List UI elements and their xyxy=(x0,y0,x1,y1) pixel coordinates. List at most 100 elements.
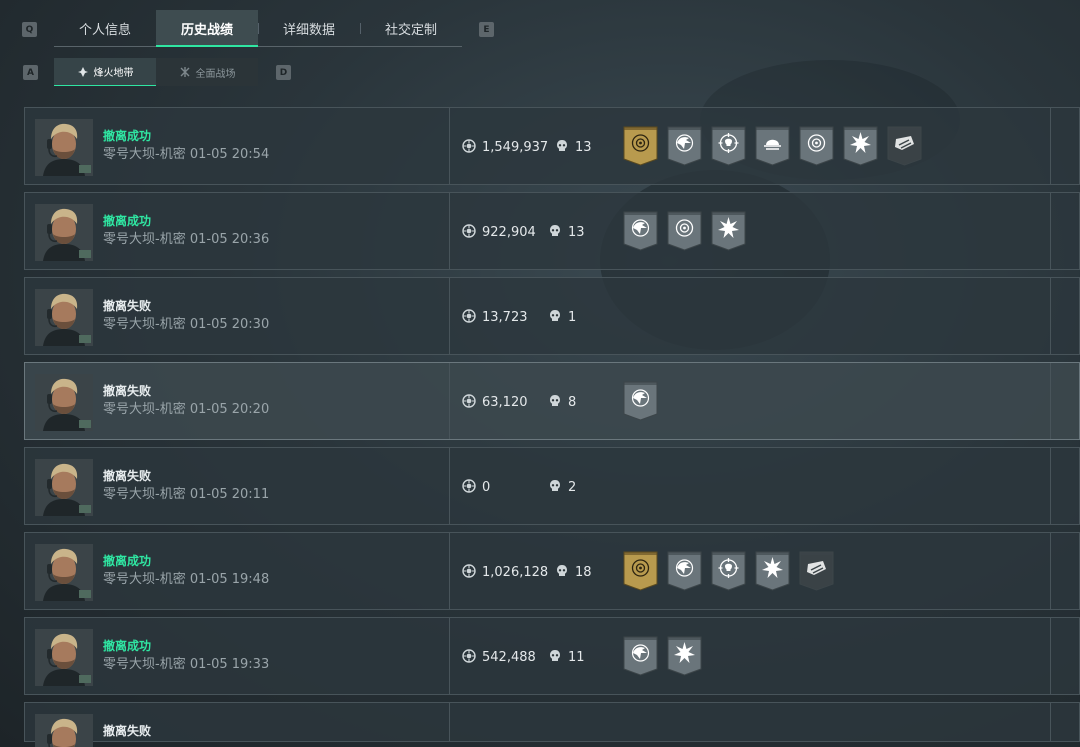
row-divider xyxy=(449,278,450,354)
tab-details[interactable]: 详细数据 xyxy=(258,10,360,46)
key-hint-a: A xyxy=(23,65,38,80)
extraction-result: 撤离成功 xyxy=(103,639,152,653)
loot-value: 922,904 xyxy=(462,223,550,242)
match-row[interactable]: 撤离成功 零号大坝-机密 01-05 20:54 1,549,937 13 xyxy=(24,107,1080,185)
eagle-badge-icon xyxy=(623,636,658,676)
starburst-badge-icon xyxy=(667,636,702,676)
mode-tab-label: 全面战场 xyxy=(195,68,236,80)
coin-icon xyxy=(462,563,476,582)
extraction-result: 撤离失败 xyxy=(103,299,152,313)
mode-tab-label: 烽火地带 xyxy=(93,68,134,79)
row-divider xyxy=(1050,448,1051,524)
match-time: 01-05 19:48 xyxy=(189,572,270,587)
skull-icon xyxy=(548,478,562,497)
mode-tab-warfare[interactable]: 全面战场 xyxy=(156,58,258,86)
gold-target-badge-icon xyxy=(623,551,658,591)
map-name: 零号大坝-机密 xyxy=(103,572,186,587)
mode-tab-operations[interactable]: 烽火地带 xyxy=(54,58,156,86)
crossed-arrows-icon xyxy=(179,66,191,78)
key-hint-e: E xyxy=(479,22,494,37)
map-name: 零号大坝-机密 xyxy=(103,657,186,672)
kill-count: 13 xyxy=(555,138,592,157)
map-name: 零号大坝-机密 xyxy=(103,487,186,502)
match-info: 撤离成功零号大坝-机密 01-05 19:48 xyxy=(103,553,269,589)
medal-list xyxy=(623,551,834,591)
row-divider xyxy=(1050,618,1051,694)
medal-list xyxy=(623,636,702,676)
match-meta: 零号大坝-机密 01-05 20:30 xyxy=(103,316,269,334)
map-name: 零号大坝-机密 xyxy=(103,147,186,162)
coin-icon xyxy=(462,648,476,667)
extraction-result: 撤离失败 xyxy=(103,724,152,738)
crosshair-skull-badge-icon xyxy=(711,551,746,591)
tab-social[interactable]: 社交定制 xyxy=(360,10,462,46)
top-tab-bar: 个人信息 历史战绩 详细数据 社交定制 xyxy=(54,10,462,47)
match-row[interactable]: 撤离成功 零号大坝-机密 01-05 19:48 1,026,128 18 xyxy=(24,532,1080,610)
match-info: 撤离失败 xyxy=(103,723,151,739)
row-divider xyxy=(449,193,450,269)
extraction-result: 撤离成功 xyxy=(103,554,152,568)
match-time: 01-05 20:11 xyxy=(189,487,270,502)
tab-profile[interactable]: 个人信息 xyxy=(54,10,156,46)
kill-count-text: 2 xyxy=(568,480,577,495)
starburst-badge-icon xyxy=(711,211,746,251)
kill-count-text: 11 xyxy=(568,650,585,665)
skull-icon xyxy=(548,648,562,667)
match-history-list[interactable]: 撤离成功 零号大坝-机密 01-05 20:54 1,549,937 13 撤离成功 零号… xyxy=(24,107,1080,747)
row-divider xyxy=(1050,278,1051,354)
match-meta: 零号大坝-机密 01-05 19:33 xyxy=(103,656,269,674)
extraction-result: 撤离失败 xyxy=(103,469,152,483)
medal-list xyxy=(623,381,658,421)
loot-value: 542,488 xyxy=(462,648,550,667)
map-name: 零号大坝-机密 xyxy=(103,317,186,332)
operator-avatar xyxy=(35,629,93,686)
eagle-badge-icon xyxy=(623,381,658,421)
match-time: 01-05 20:54 xyxy=(189,147,270,162)
match-info: 撤离成功零号大坝-机密 01-05 20:36 xyxy=(103,213,269,249)
match-meta: 零号大坝-机密 01-05 20:11 xyxy=(103,486,269,504)
match-row[interactable]: 撤离成功零号大坝-机密 01-05 20:36 922,904 13 xyxy=(24,192,1080,270)
target-badge-icon xyxy=(799,126,834,166)
loot-value-text: 1,549,937 xyxy=(482,140,549,155)
match-row[interactable]: 撤离失败 零号大坝-机密 01-05 20:30 13,723 1 xyxy=(24,277,1080,355)
operator-avatar xyxy=(35,544,93,601)
row-divider xyxy=(1050,193,1051,269)
match-meta: 零号大坝-机密 01-05 20:36 xyxy=(103,231,269,249)
eagle-badge-icon xyxy=(623,211,658,251)
skull-icon xyxy=(555,563,569,582)
match-meta: 零号大坝-机密 01-05 20:54 xyxy=(103,146,269,164)
operator-avatar xyxy=(35,289,93,346)
kill-count-text: 13 xyxy=(568,225,585,240)
eagle-badge-icon xyxy=(667,551,702,591)
loot-value: 63,120 xyxy=(462,393,550,412)
kill-count-text: 1 xyxy=(568,310,577,325)
sunrise-badge-icon xyxy=(755,126,790,166)
operator-avatar xyxy=(35,374,93,431)
coin-icon xyxy=(462,223,476,242)
tab-history[interactable]: 历史战绩 xyxy=(156,10,258,47)
kill-count: 13 xyxy=(548,223,585,242)
loot-value-text: 542,488 xyxy=(482,650,536,665)
tower-icon xyxy=(77,66,89,78)
row-divider xyxy=(449,363,450,439)
key-hint-q: Q xyxy=(22,22,37,37)
match-info: 撤离失败零号大坝-机密 01-05 20:11 xyxy=(103,468,269,504)
match-row[interactable]: 撤离失败 零号大坝-机密 01-05 20:20 63,120 8 xyxy=(24,362,1080,440)
kill-count-text: 18 xyxy=(575,565,592,580)
match-row[interactable]: 撤离成功零号大坝-机密 01-05 19:33 542,488 11 xyxy=(24,617,1080,695)
loot-value-text: 0 xyxy=(482,480,491,495)
kill-count: 1 xyxy=(548,308,576,327)
match-meta: 零号大坝-机密 01-05 19:48 xyxy=(103,571,269,589)
starburst-badge-icon xyxy=(755,551,790,591)
match-row[interactable]: 撤离失败零号大坝-机密 01-05 20:11 0 2 xyxy=(24,447,1080,525)
row-divider xyxy=(1050,703,1051,741)
operator-avatar xyxy=(35,714,93,747)
extraction-result: 撤离成功 xyxy=(103,214,152,228)
match-info: 撤离失败零号大坝-机密 01-05 20:30 xyxy=(103,298,269,334)
match-info: 撤离成功 零号大坝-机密 01-05 20:54 xyxy=(103,128,269,164)
stripe-badge-icon xyxy=(887,126,922,166)
match-row[interactable]: 撤离失败 xyxy=(24,702,1080,747)
coin-icon xyxy=(462,138,476,157)
kill-count-text: 8 xyxy=(568,395,577,410)
match-time: 01-05 19:33 xyxy=(189,657,270,672)
